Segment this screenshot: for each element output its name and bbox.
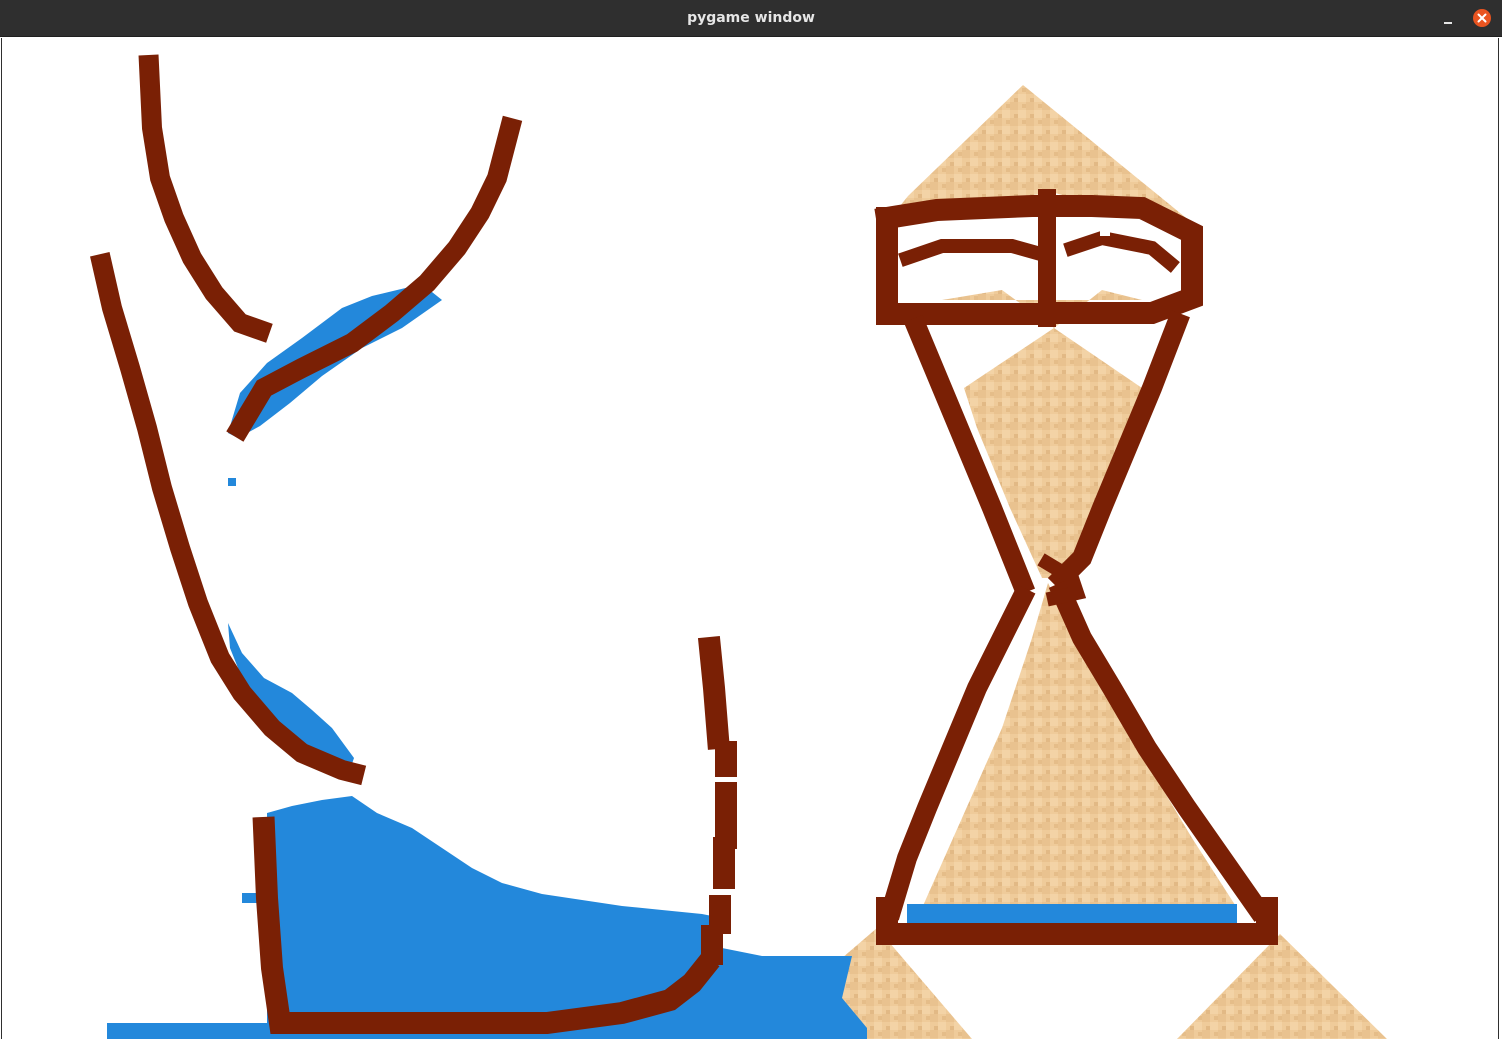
app-window: pygame window — [0, 0, 1502, 1039]
sand-pile-bottom-right — [1177, 934, 1387, 1039]
game-canvas[interactable] — [1, 38, 1499, 1039]
window-title: pygame window — [687, 10, 815, 26]
sandbox-scene — [90, 54, 1387, 1039]
title-bar[interactable]: pygame window — [0, 0, 1502, 37]
close-icon — [1477, 13, 1487, 23]
minimize-button[interactable] — [1438, 9, 1458, 29]
frame-gap — [1100, 226, 1110, 236]
minimize-icon — [1444, 22, 1452, 24]
close-button[interactable] — [1473, 9, 1491, 27]
